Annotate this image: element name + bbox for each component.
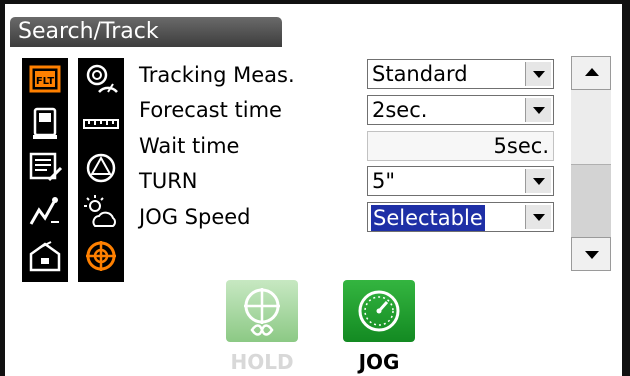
turn-select[interactable]: 5" [367, 166, 554, 196]
turn-label: TURN [139, 169, 198, 193]
hold-button[interactable] [226, 280, 298, 342]
instrument-icon[interactable] [25, 106, 65, 142]
jog-speed-value: Selectable [371, 205, 485, 231]
weather-icon[interactable] [81, 194, 121, 230]
arrow-up-icon [585, 68, 599, 76]
wait-time-field[interactable]: 5sec. [367, 131, 554, 161]
frame-top [0, 0, 630, 4]
forecast-time-select[interactable]: 2sec. [367, 95, 554, 125]
frame-right [622, 0, 630, 376]
tracking-meas-dropdown-button[interactable] [525, 62, 551, 86]
tracking-meas-value: Standard [372, 62, 468, 86]
hold-icon [226, 280, 298, 342]
turn-value: 5" [372, 169, 396, 193]
turn-dropdown-button[interactable] [525, 169, 551, 193]
wait-time-label: Wait time [139, 134, 240, 158]
jog-speed-dropdown-button[interactable] [525, 205, 551, 229]
scroll-down-button[interactable] [571, 237, 611, 271]
toolbox-icon[interactable] [25, 238, 65, 274]
chevron-down-icon [533, 71, 545, 78]
jog-speed-select[interactable]: Selectable [367, 202, 554, 232]
tracking-meas-select[interactable]: Standard [367, 59, 554, 89]
jog-button[interactable] [343, 280, 415, 342]
chevron-down-icon [533, 107, 545, 114]
chevron-down-icon [533, 178, 545, 185]
page-title: Search/Track [10, 17, 282, 47]
forecast-time-value: 2sec. [372, 98, 428, 122]
arrow-down-icon [585, 251, 599, 259]
target-prism-icon[interactable] [81, 62, 121, 98]
svg-text:FLT: FLT [36, 76, 55, 87]
graph-icon[interactable] [25, 194, 65, 230]
hold-label: HOLD [230, 350, 294, 374]
prism-face-icon[interactable] [81, 150, 121, 186]
tracking-meas-label: Tracking Meas. [139, 63, 295, 87]
tab-icon-column-left: FLT [22, 58, 68, 282]
scroll-track[interactable] [571, 90, 611, 237]
forecast-time-label: Forecast time [139, 98, 282, 122]
jog-label: JOG [358, 350, 400, 374]
scroll-up-button[interactable] [571, 56, 611, 90]
forecast-time-dropdown-button[interactable] [525, 98, 551, 122]
ruler-icon[interactable] [81, 106, 121, 142]
tab-icon-column-right [78, 58, 124, 282]
jog-icon [343, 280, 415, 342]
scrollbar[interactable] [571, 56, 611, 271]
tracking-flt-icon[interactable]: FLT [25, 62, 65, 98]
scroll-thumb[interactable] [571, 90, 611, 165]
jog-speed-label: JOG Speed [139, 205, 251, 229]
frame-left [0, 0, 5, 376]
search-target-icon[interactable] [81, 238, 121, 274]
search-track-screen: Search/Track FLT Tracking Meas. Forecast… [0, 0, 630, 376]
chevron-down-icon [533, 214, 545, 221]
wait-time-value: 5sec. [493, 134, 549, 158]
notepad-icon[interactable] [25, 150, 65, 186]
